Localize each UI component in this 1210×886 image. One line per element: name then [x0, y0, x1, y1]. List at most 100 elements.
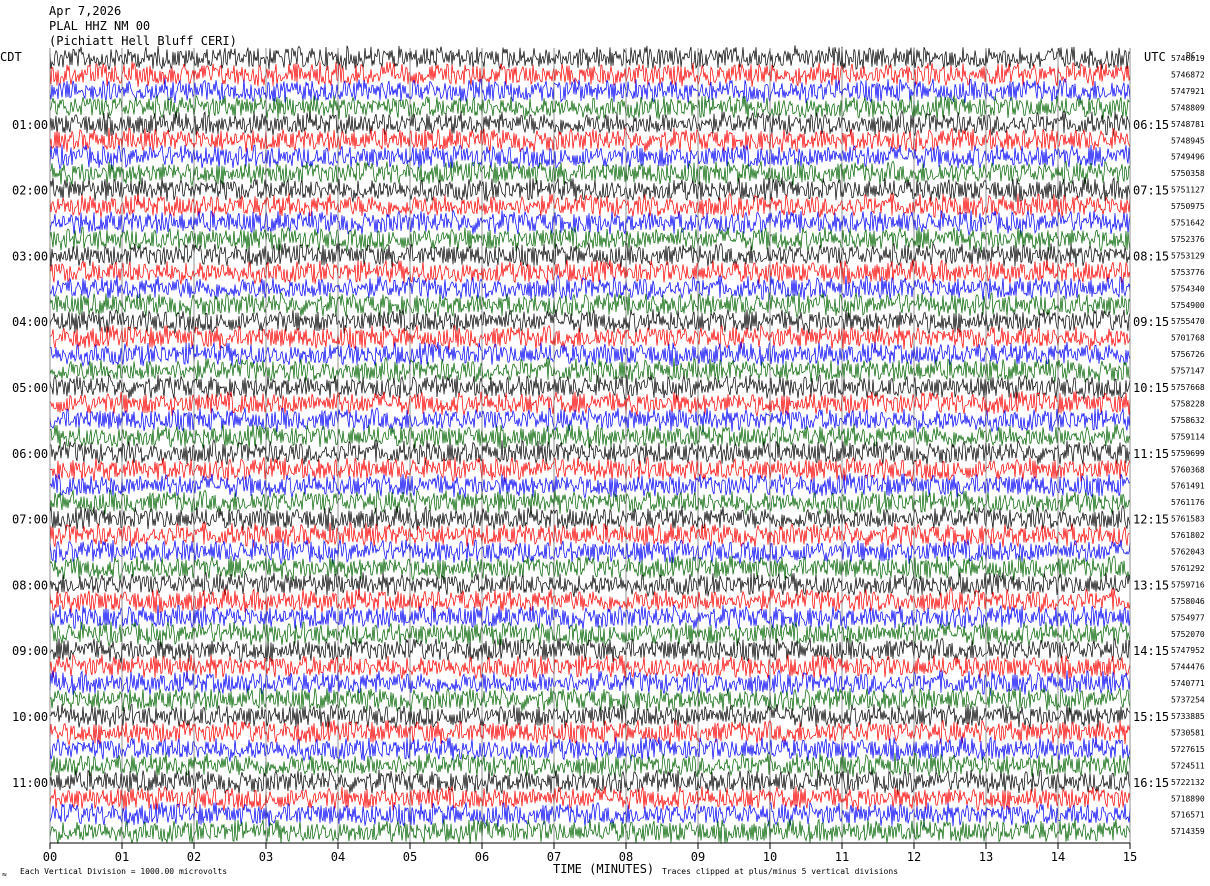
dc-offset-29: 5761802: [1171, 531, 1205, 540]
hour-label-cdt-4: 05:00: [12, 381, 48, 395]
seismic-trace-5: [49, 126, 1131, 153]
dc-offset-19: 5757147: [1171, 367, 1205, 376]
left-axis-title: CDT: [0, 50, 22, 64]
x-tick-label-10: 10: [763, 850, 777, 864]
hour-label-utc-1: 07:15: [1133, 184, 1169, 198]
hour-label-cdt-10: 11:00: [12, 776, 48, 790]
helicorder-chart: 00 01 02 03 04 05 06 07 08 09 10 11 12 13 14 15CDT UTC DC…: [0, 45, 1205, 864]
x-tick-label-15: 15: [1123, 850, 1137, 864]
hour-label-utc-0: 06:15: [1133, 118, 1169, 132]
seismic-trace-42: [49, 736, 1131, 762]
dc-offset-37: 5744476: [1171, 663, 1205, 672]
seismic-trace-0: [49, 45, 1131, 72]
dc-offset-25: 5760368: [1171, 465, 1205, 474]
hour-label-utc-10: 16:15: [1133, 776, 1169, 790]
x-tick-label-05: 05: [403, 850, 417, 864]
hour-label-cdt-3: 04:00: [12, 315, 48, 329]
dc-offset-30: 5762043: [1171, 548, 1205, 557]
seismic-trace-12: [49, 242, 1131, 268]
dc-offset-0: 5746019: [1171, 54, 1205, 63]
dc-offset-44: 5722132: [1171, 778, 1205, 787]
dc-offset-8: 5751127: [1171, 186, 1205, 195]
seismic-trace-10: [49, 209, 1131, 236]
seismic-trace-43: [49, 751, 1131, 779]
seismic-trace-19: [49, 356, 1131, 384]
dc-offset-14: 5754340: [1171, 284, 1205, 293]
seismic-trace-1: [49, 61, 1131, 88]
seismic-trace-38: [49, 669, 1131, 696]
clip-note: Traces clipped at plus/minus 5 vertical …: [662, 867, 899, 876]
seismic-trace-18: [49, 341, 1131, 368]
dc-offset-5: 5748945: [1171, 136, 1205, 145]
hour-label-cdt-2: 03:00: [12, 249, 48, 263]
hour-label-cdt-9: 10:00: [12, 710, 48, 724]
hour-label-utc-3: 09:15: [1133, 315, 1169, 329]
dc-offset-7: 5750358: [1171, 169, 1205, 178]
x-tick-label-09: 09: [691, 850, 705, 864]
dc-offset-11: 5752376: [1171, 235, 1205, 244]
dc-offset-42: 5727615: [1171, 745, 1205, 754]
dc-offset-15: 5754900: [1171, 301, 1205, 310]
x-tick-label-11: 11: [835, 850, 849, 864]
seismic-trace-24: [50, 439, 1131, 466]
x-tick-label-06: 06: [475, 850, 489, 864]
dc-offset-6: 5749496: [1171, 153, 1205, 162]
dc-offset-35: 5752070: [1171, 630, 1205, 639]
seismic-trace-41: [49, 719, 1131, 746]
seismic-trace-2: [49, 78, 1131, 104]
x-tick-label-12: 12: [907, 850, 921, 864]
seismic-trace-29: [49, 521, 1130, 548]
dc-offset-43: 5724511: [1171, 761, 1205, 770]
dc-offset-20: 5757668: [1171, 383, 1205, 392]
hour-label-cdt-7: 08:00: [12, 578, 48, 592]
dc-offset-27: 5761176: [1171, 498, 1205, 507]
seismic-trace-34: [49, 603, 1131, 631]
dc-offset-23: 5759114: [1171, 432, 1205, 441]
hour-label-cdt-5: 06:00: [12, 447, 48, 461]
seismic-trace-3: [49, 94, 1131, 121]
x-tick-label-14: 14: [1051, 850, 1065, 864]
dc-offset-28: 5761583: [1171, 515, 1205, 524]
hour-label-utc-2: 08:15: [1133, 249, 1169, 263]
hour-label-utc-7: 13:15: [1133, 578, 1169, 592]
dc-offset-2: 5747921: [1171, 87, 1205, 96]
hour-label-utc-9: 15:15: [1133, 710, 1169, 724]
dc-offset-16: 5755470: [1171, 317, 1205, 326]
dc-offset-3: 5748809: [1171, 103, 1205, 112]
dc-offset-46: 5716571: [1171, 811, 1205, 820]
dc-offset-4: 5748781: [1171, 120, 1205, 129]
dc-offset-22: 5758632: [1171, 416, 1205, 425]
right-axis-title: UTC: [1144, 50, 1166, 64]
dc-offset-13: 5753776: [1171, 268, 1205, 277]
scale-note: Each Vertical Division = 1000.00 microvo…: [20, 867, 228, 876]
dc-offset-47: 5714359: [1171, 827, 1205, 836]
dc-offset-36: 5747952: [1171, 646, 1205, 655]
x-tick-label-00: 00: [43, 850, 57, 864]
x-axis-title: TIME (MINUTES): [553, 862, 655, 876]
dc-offset-10: 5751642: [1171, 219, 1205, 228]
hour-label-cdt-8: 09:00: [12, 644, 48, 658]
corner-mark-icon: ≈: [2, 870, 7, 879]
seismic-trace-27: [49, 489, 1131, 516]
seismic-trace-6: [49, 144, 1131, 170]
dc-offset-32: 5759716: [1171, 580, 1205, 589]
dc-offset-9: 5750975: [1171, 202, 1205, 211]
hour-label-utc-6: 12:15: [1133, 513, 1169, 527]
hour-label-cdt-1: 02:00: [12, 184, 48, 198]
dc-offset-38: 5740771: [1171, 679, 1205, 688]
seismic-trace-7: [50, 160, 1131, 187]
seismic-trace-28: [49, 504, 1131, 532]
hour-label-utc-8: 14:15: [1133, 644, 1169, 658]
dc-offset-24: 5759699: [1171, 449, 1205, 458]
hour-label-cdt-6: 07:00: [12, 513, 48, 527]
dc-offset-39: 5737254: [1171, 696, 1205, 705]
hour-label-utc-5: 11:15: [1133, 447, 1169, 461]
dc-offset-21: 5758228: [1171, 399, 1205, 408]
dc-offset-26: 5761491: [1171, 482, 1205, 491]
x-tick-label-01: 01: [115, 850, 129, 864]
hour-label-cdt-0: 01:00: [12, 118, 48, 132]
dc-offset-17: 5701768: [1171, 334, 1205, 343]
dc-offset-41: 5730581: [1171, 728, 1205, 737]
dc-offset-12: 5753129: [1171, 251, 1205, 260]
x-tick-label-03: 03: [259, 850, 273, 864]
